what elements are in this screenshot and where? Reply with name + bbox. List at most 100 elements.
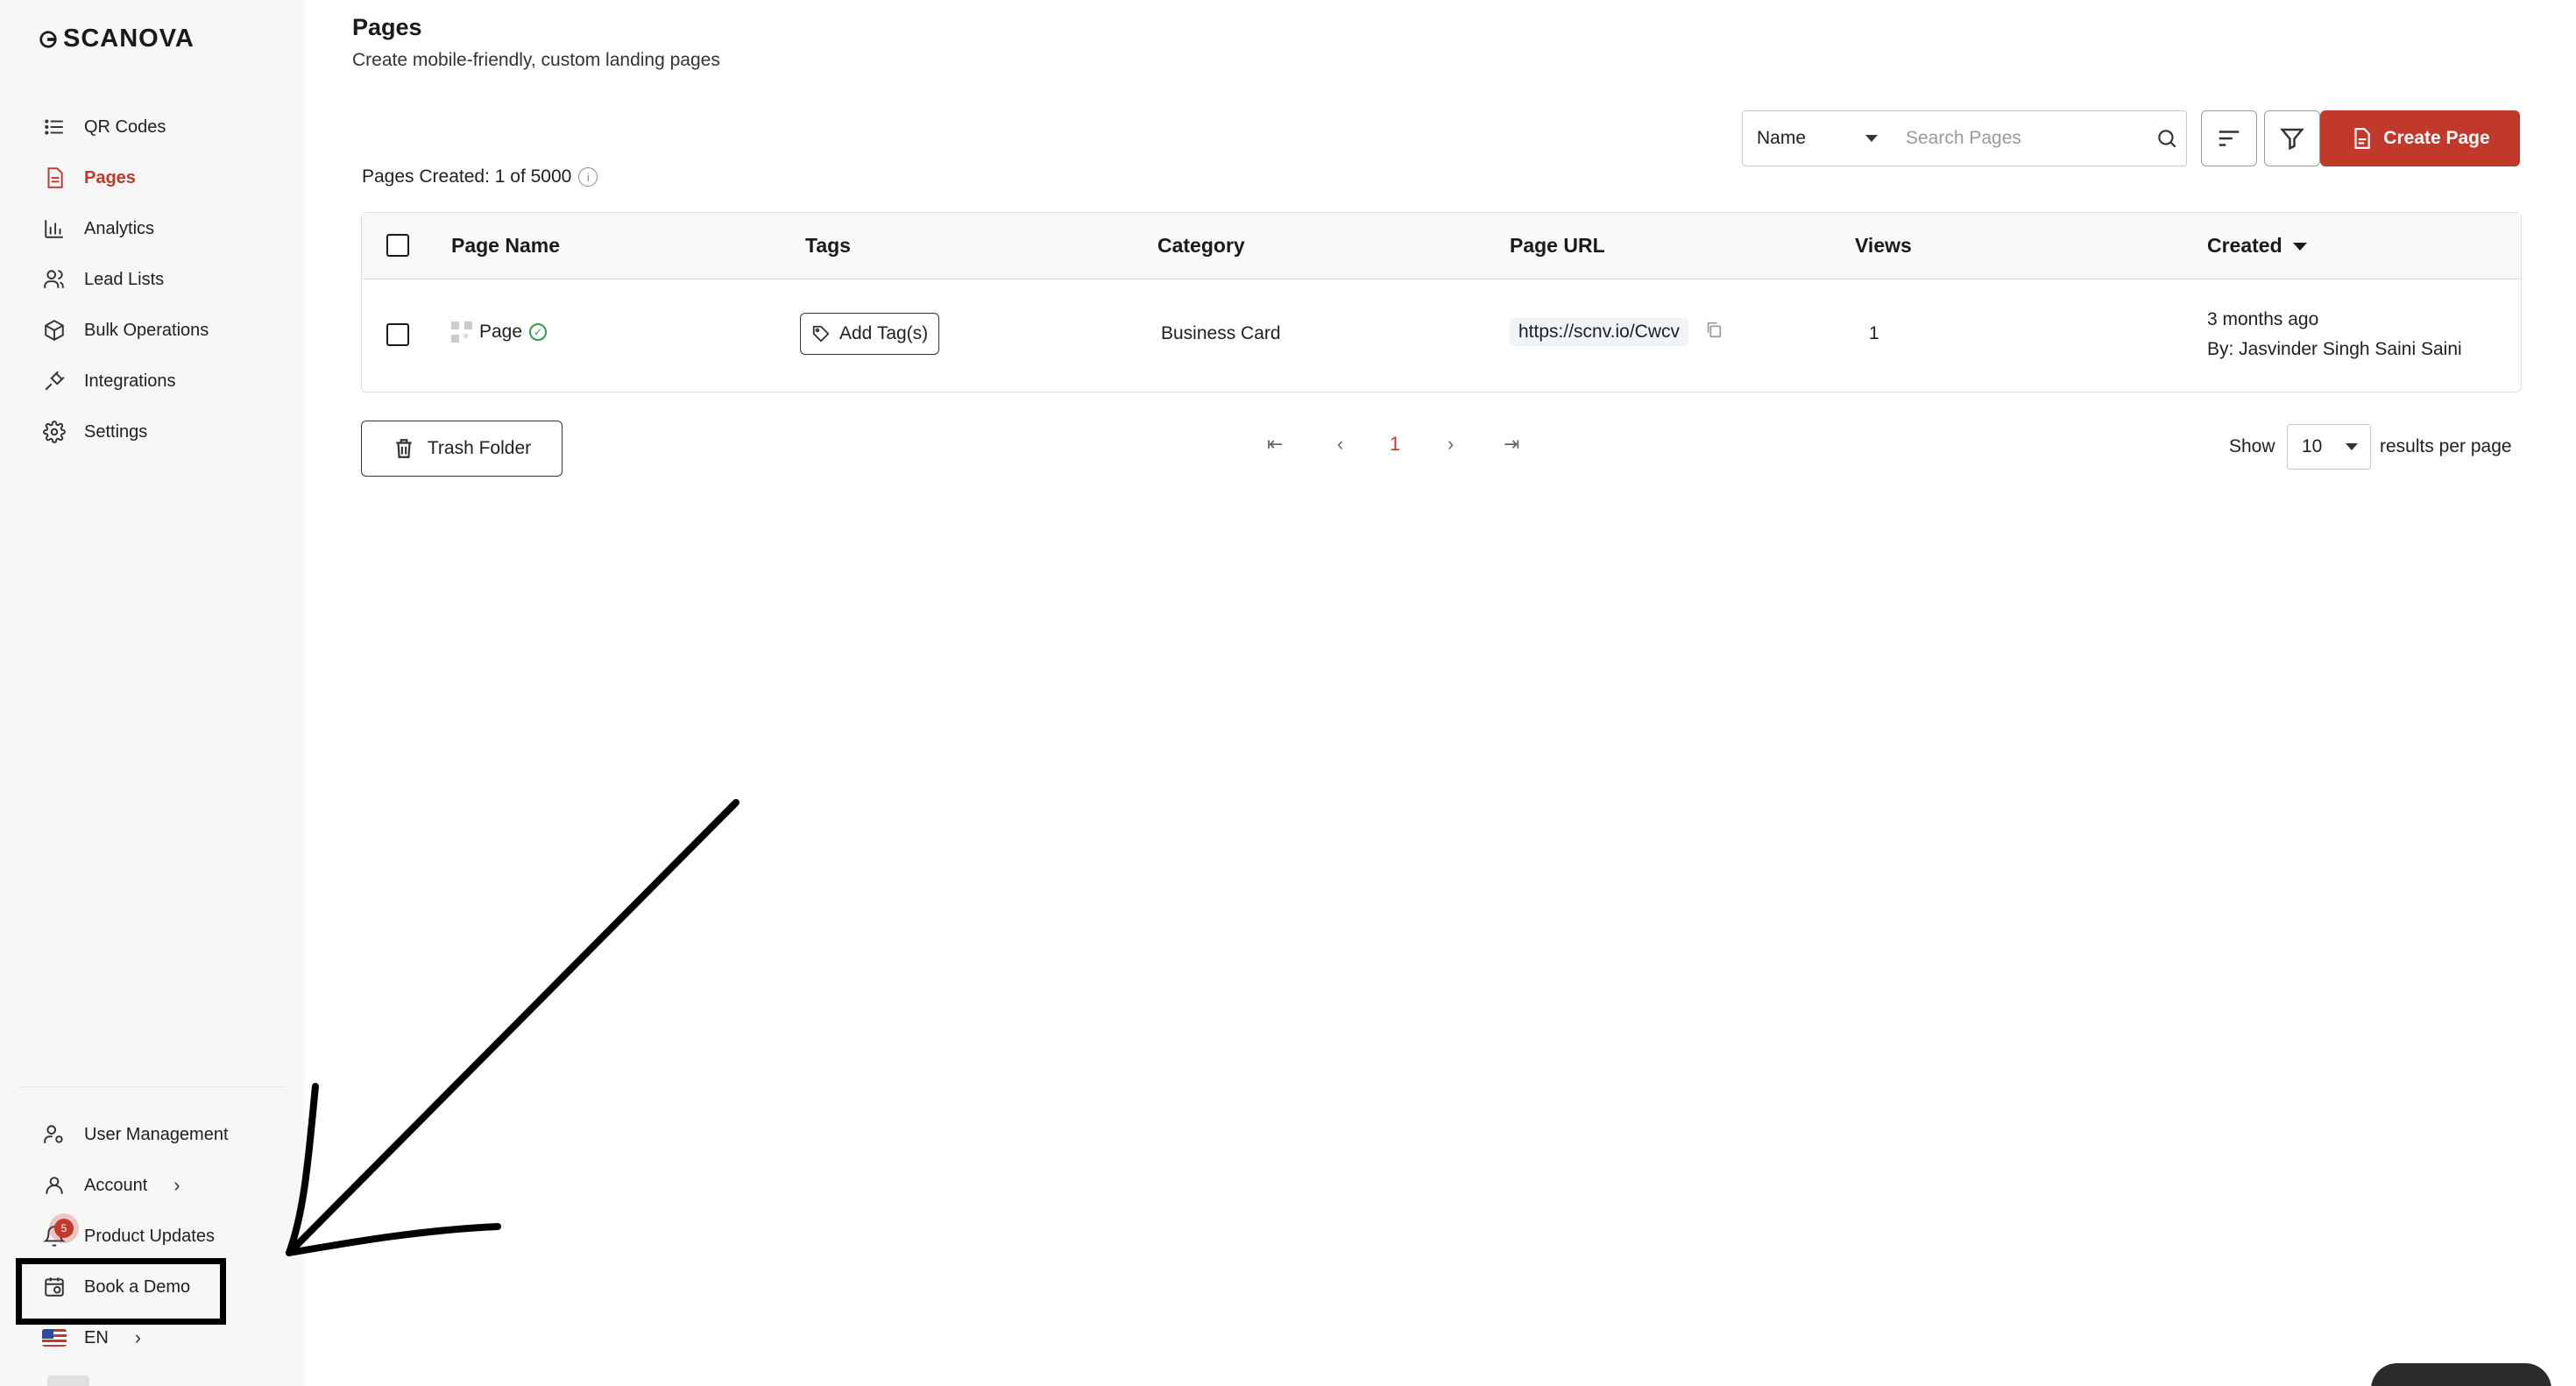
document-icon: [42, 166, 67, 190]
add-tags-label: Add Tag(s): [839, 323, 929, 343]
sidebar-item-label: Analytics: [84, 218, 155, 238]
bell-icon: 5: [42, 1219, 74, 1248]
sidebar-item-label: User Management: [84, 1124, 229, 1144]
sidebar-nav: QR Codes Pages Analytics Lead Lists Bulk…: [42, 102, 209, 457]
search-icon[interactable]: [2148, 127, 2186, 150]
search-input[interactable]: [1893, 111, 2148, 166]
scanova-logo[interactable]: SCANOVA: [39, 25, 195, 53]
sidebar-bottom-chip: [47, 1375, 89, 1386]
us-flag-icon: [42, 1326, 67, 1350]
pages-created-text: Pages Created: 1 of 5000: [362, 166, 572, 187]
copy-icon[interactable]: [1704, 320, 1723, 344]
sidebar-item-account[interactable]: Account ›: [42, 1160, 229, 1211]
sidebar-item-qr-codes[interactable]: QR Codes: [42, 102, 209, 152]
created-cell: 3 months ago By: Jasvinder Singh Saini S…: [2207, 309, 2462, 360]
tag-icon: [812, 325, 830, 343]
column-header-tags: Tags: [805, 234, 851, 257]
sidebar-item-label: Pages: [84, 167, 136, 187]
sidebar-item-label: Lead Lists: [84, 269, 165, 289]
info-icon[interactable]: i: [578, 167, 598, 187]
first-page-icon[interactable]: ⇤: [1267, 433, 1283, 456]
column-header-category: Category: [1157, 234, 1245, 257]
sort-desc-icon: [2292, 243, 2307, 251]
caret-down-icon: [2346, 443, 2358, 450]
sidebar-item-settings[interactable]: Settings: [42, 407, 209, 457]
show-label: Show: [2229, 436, 2275, 456]
add-tags-button[interactable]: Add Tag(s): [800, 313, 940, 355]
select-all-checkbox[interactable]: [386, 234, 409, 257]
language-label: EN: [84, 1327, 109, 1347]
create-page-label: Create Page: [2383, 128, 2490, 148]
column-header-page-url: Page URL: [1510, 234, 1605, 257]
sidebar-item-label: Bulk Operations: [84, 320, 209, 340]
created-relative-time: 3 months ago: [2207, 309, 2319, 329]
chevron-right-icon: ›: [173, 1174, 180, 1196]
search-group: Name: [1742, 110, 2187, 166]
search-field-value: Name: [1757, 128, 1807, 148]
user-settings-icon: [42, 1122, 67, 1147]
sidebar-item-label: Product Updates: [84, 1226, 215, 1246]
column-header-page-name[interactable]: Page Name: [451, 234, 560, 258]
plug-icon: [42, 369, 67, 393]
sidebar-bottom-nav: User Management Account › 5 Product Upda…: [42, 1109, 229, 1363]
row-checkbox[interactable]: [386, 323, 409, 346]
sidebar-item-user-management[interactable]: User Management: [42, 1109, 229, 1160]
scanova-logo-icon: [39, 30, 57, 48]
gear-icon: [42, 420, 67, 444]
trash-icon: [396, 439, 412, 458]
page-url-link[interactable]: https://scnv.io/Cwcv: [1510, 318, 1688, 346]
caret-down-icon: [1865, 135, 1878, 142]
page-name: Page: [479, 322, 523, 342]
page-subtitle: Create mobile-friendly, custom landing p…: [352, 50, 720, 70]
filter-button[interactable]: [2264, 110, 2320, 166]
document-plus-icon: [2354, 128, 2371, 149]
chat-widget-button[interactable]: [2371, 1363, 2551, 1386]
sidebar-item-analytics[interactable]: Analytics: [42, 203, 209, 254]
list-icon: [42, 115, 67, 139]
trash-folder-label: Trash Folder: [427, 438, 532, 458]
sidebar-item-lead-lists[interactable]: Lead Lists: [42, 254, 209, 305]
sidebar-divider: [19, 1086, 286, 1087]
annotation-highlight-box: [16, 1258, 226, 1325]
category-cell: Business Card: [1161, 323, 1281, 343]
per-page-select[interactable]: 10: [2287, 424, 2371, 470]
notification-badge: 5: [54, 1219, 74, 1238]
pages-table: Page Name Tags Category Page URL Views C…: [361, 212, 2522, 392]
search-field-select[interactable]: Name: [1743, 111, 1893, 166]
column-header-views: Views: [1855, 234, 1912, 257]
cube-icon: [42, 318, 67, 343]
column-header-created[interactable]: Created: [2207, 234, 2307, 258]
qr-thumbnail-icon: [451, 322, 472, 343]
page-name-cell[interactable]: Page ✓: [451, 322, 548, 343]
last-page-icon[interactable]: ⇥: [1504, 433, 1519, 456]
filter-icon: [2280, 128, 2304, 151]
per-page-value: 10: [2302, 436, 2323, 456]
logo-text: SCANOVA: [63, 25, 195, 53]
created-by: By: Jasvinder Singh Saini Saini: [2207, 339, 2462, 359]
sort-icon: [2219, 131, 2240, 146]
sidebar-item-label: Settings: [84, 421, 148, 442]
current-page-number[interactable]: 1: [1390, 433, 1400, 456]
trash-folder-button[interactable]: Trash Folder: [361, 421, 563, 477]
sidebar-item-pages[interactable]: Pages: [42, 152, 209, 203]
bar-chart-icon: [42, 216, 67, 241]
users-icon: [42, 267, 67, 292]
page-url-cell: https://scnv.io/Cwcv: [1510, 318, 1723, 346]
sidebar-item-integrations[interactable]: Integrations: [42, 356, 209, 407]
chevron-right-icon: ›: [134, 1326, 142, 1348]
table-header: Page Name Tags Category Page URL Views C…: [362, 213, 2521, 279]
sort-button[interactable]: [2201, 110, 2257, 166]
pages-created-count: Pages Created: 1 of 5000 i: [362, 166, 598, 187]
create-page-button[interactable]: Create Page: [2320, 110, 2520, 166]
sidebar: SCANOVA QR Codes Pages Analytics Lead Li…: [0, 0, 305, 1386]
sidebar-item-label: Account: [84, 1175, 148, 1195]
sidebar-item-label: Integrations: [84, 371, 176, 391]
sidebar-item-bulk-operations[interactable]: Bulk Operations: [42, 305, 209, 356]
active-check-icon: ✓: [529, 323, 548, 341]
next-page-icon[interactable]: ›: [1447, 433, 1454, 456]
prev-page-icon[interactable]: ‹: [1337, 433, 1343, 456]
user-icon: [42, 1173, 67, 1198]
sidebar-item-label: QR Codes: [84, 117, 166, 137]
views-cell: 1: [1869, 323, 1879, 343]
sidebar-item-product-updates[interactable]: 5 Product Updates: [42, 1211, 229, 1262]
